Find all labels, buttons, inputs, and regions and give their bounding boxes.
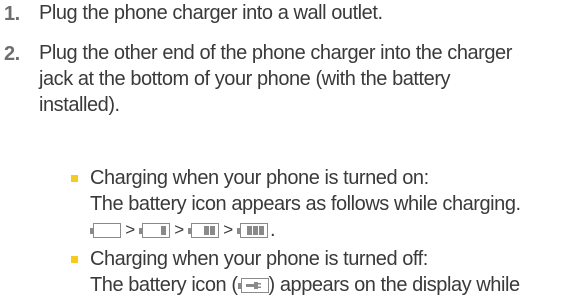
- bullet-marker: [71, 175, 78, 182]
- bullet-text-line: Charging when your phone is turned off:: [90, 248, 428, 270]
- bullet-marker: [71, 256, 78, 263]
- step-text-line: installed).: [39, 94, 120, 116]
- bullet-text-line: Charging when your phone is turned on:: [90, 167, 429, 189]
- battery-one-bar-icon: [139, 222, 170, 238]
- step-text-line: jack at the bottom of your phone (with t…: [39, 68, 451, 90]
- instruction-page: 1. Plug the phone charger into a wall ou…: [0, 0, 581, 303]
- step-number: 1.: [4, 3, 20, 25]
- step-number: 2.: [4, 43, 20, 65]
- step-text-line: Plug the phone charger into a wall outle…: [39, 2, 383, 24]
- battery-sequence: > > > .: [90, 218, 276, 242]
- sequence-separator: >: [125, 220, 135, 239]
- bullet-text-prefix: The battery icon (: [90, 274, 238, 296]
- bullet-text-line-with-icon: The battery icon ( ) appears on the disp…: [90, 272, 520, 298]
- sequence-separator: >: [223, 220, 233, 239]
- battery-charging-plug-icon: [237, 278, 269, 293]
- battery-three-bars-icon: [237, 222, 268, 238]
- sequence-separator: >: [174, 220, 184, 239]
- sequence-end: .: [270, 218, 276, 241]
- bullet-text-line: The battery icon appears as follows whil…: [90, 193, 521, 215]
- battery-empty-icon: [90, 222, 121, 238]
- battery-two-bars-icon: [188, 222, 219, 238]
- bullet-text-suffix: ) appears on the display while: [268, 274, 521, 296]
- step-text-line: Plug the other end of the phone charger …: [39, 42, 512, 64]
